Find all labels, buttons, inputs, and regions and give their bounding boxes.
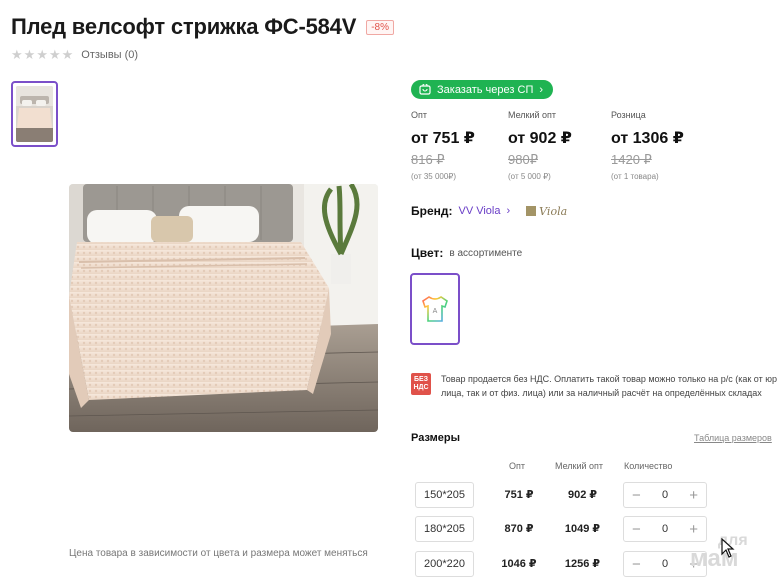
logo-square-icon [526, 206, 537, 216]
column-header-small-opt: Мелкий опт [555, 461, 604, 471]
order-button-label: Заказать через СП [437, 83, 534, 96]
price-old: 980₽ [508, 152, 538, 167]
price-value: от 1306 ₽ [611, 130, 684, 147]
chevron-right-icon: › [506, 205, 511, 217]
size-table-link[interactable]: Таблица размеров [694, 433, 772, 443]
size-option[interactable]: 150*205 [415, 482, 474, 508]
row-price-opt: 751 ₽ [504, 489, 534, 501]
star-icon: ★ [36, 47, 48, 62]
price-old: 816 ₽ [411, 152, 445, 167]
main-product-image[interactable] [69, 184, 378, 432]
size-option[interactable]: 180*205 [415, 516, 474, 542]
row-price-opt: 870 ₽ [504, 523, 534, 535]
row-price-small-opt: 1049 ₽ [564, 523, 601, 535]
row-price-small-opt: 1256 ₽ [564, 558, 601, 570]
tshirt-icon: A [422, 296, 448, 322]
mouse-cursor-icon [721, 538, 735, 558]
price-min: (от 5 000 ₽) [508, 172, 551, 181]
product-title: Плед велсофт стрижка ФС-584V [11, 14, 357, 39]
price-min: (от 1 товара) [611, 172, 659, 181]
column-header-opt: Опт [509, 461, 525, 471]
star-icon: ★ [23, 47, 36, 62]
no-vat-badge: БЕЗ НДС [411, 373, 431, 395]
color-swatch-assorted[interactable]: A [410, 273, 460, 345]
color-row: Цвет: в ассортименте [411, 246, 522, 260]
brand-label: Бренд: [411, 204, 453, 218]
thumbnail-image [16, 86, 53, 142]
price-value: от 902 ₽ [508, 130, 572, 147]
watermark: для мам [690, 532, 748, 573]
sizes-title: Размеры [411, 432, 461, 444]
discount-badge: -8% [366, 19, 394, 35]
brand-row: Бренд: VV Viola › Viola [411, 204, 567, 218]
rating-stars: ★ ★ ★ ★ ★ [11, 48, 73, 61]
price-label: Розница [611, 110, 646, 120]
quantity-value[interactable]: 0 [662, 523, 668, 535]
plus-button[interactable]: + [689, 488, 698, 503]
star-icon: ★ [48, 47, 61, 62]
cart-icon [419, 84, 431, 95]
price-retail: Розница от 1306 ₽ 1420 ₽ (от 1 товара) [611, 110, 684, 181]
row-price-small-opt: 902 ₽ [567, 489, 598, 501]
star-icon: ★ [61, 47, 74, 62]
watermark-line2: мам [690, 545, 739, 573]
price-label: Опт [411, 110, 427, 120]
price-small-wholesale: Мелкий опт от 902 ₽ 980₽ (от 5 000 ₽) [508, 110, 572, 181]
color-label: Цвет: [411, 246, 444, 260]
brand-logo-text: Viola [539, 204, 568, 218]
size-row: 180*205 870 ₽ 1049 ₽ − 0 + [415, 516, 715, 542]
vat-text: Товар продается без НДС. Оплатить такой … [441, 374, 777, 398]
price-value: от 751 ₽ [411, 130, 475, 147]
minus-button[interactable]: − [632, 488, 641, 503]
price-label: Мелкий опт [508, 110, 557, 120]
title-row: Плед велсофт стрижка ФС-584V -8% [11, 14, 394, 40]
price-old: 1420 ₽ [611, 152, 652, 167]
column-header-qty: Количество [624, 461, 673, 471]
price-note: Цена товара в зависимости от цвета и раз… [69, 548, 368, 559]
swatch-letter: A [433, 308, 438, 315]
minus-button[interactable]: − [632, 557, 641, 572]
star-icon: ★ [11, 47, 23, 62]
vat-notice: БЕЗ НДС Товар продается без НДС. Оплатит… [411, 373, 777, 400]
row-price-opt: 1046 ₽ [501, 558, 537, 570]
size-row: 150*205 751 ₽ 902 ₽ − 0 + [415, 482, 715, 508]
quantity-value[interactable]: 0 [662, 558, 668, 570]
size-row: 200*220 1046 ₽ 1256 ₽ − 0 + [415, 551, 715, 577]
quantity-value[interactable]: 0 [662, 489, 668, 501]
order-via-sp-button[interactable]: Заказать через СП › [411, 80, 554, 99]
brand-link[interactable]: VV Viola [459, 205, 501, 217]
product-thumbnail[interactable] [11, 81, 58, 147]
size-option[interactable]: 200*220 [415, 551, 474, 577]
price-wholesale: Опт от 751 ₽ 816 ₽ (от 35 000₽) [411, 110, 475, 181]
rating-row: ★ ★ ★ ★ ★ Отзывы (0) [11, 48, 138, 61]
price-min: (от 35 000₽) [411, 172, 457, 181]
brand-logo[interactable]: Viola [526, 205, 567, 218]
color-value: в ассортименте [449, 247, 523, 259]
quantity-stepper: − 0 + [623, 482, 707, 508]
chevron-right-icon: › [539, 83, 544, 96]
reviews-link[interactable]: Отзывы (0) [81, 49, 138, 61]
minus-button[interactable]: − [632, 522, 641, 537]
